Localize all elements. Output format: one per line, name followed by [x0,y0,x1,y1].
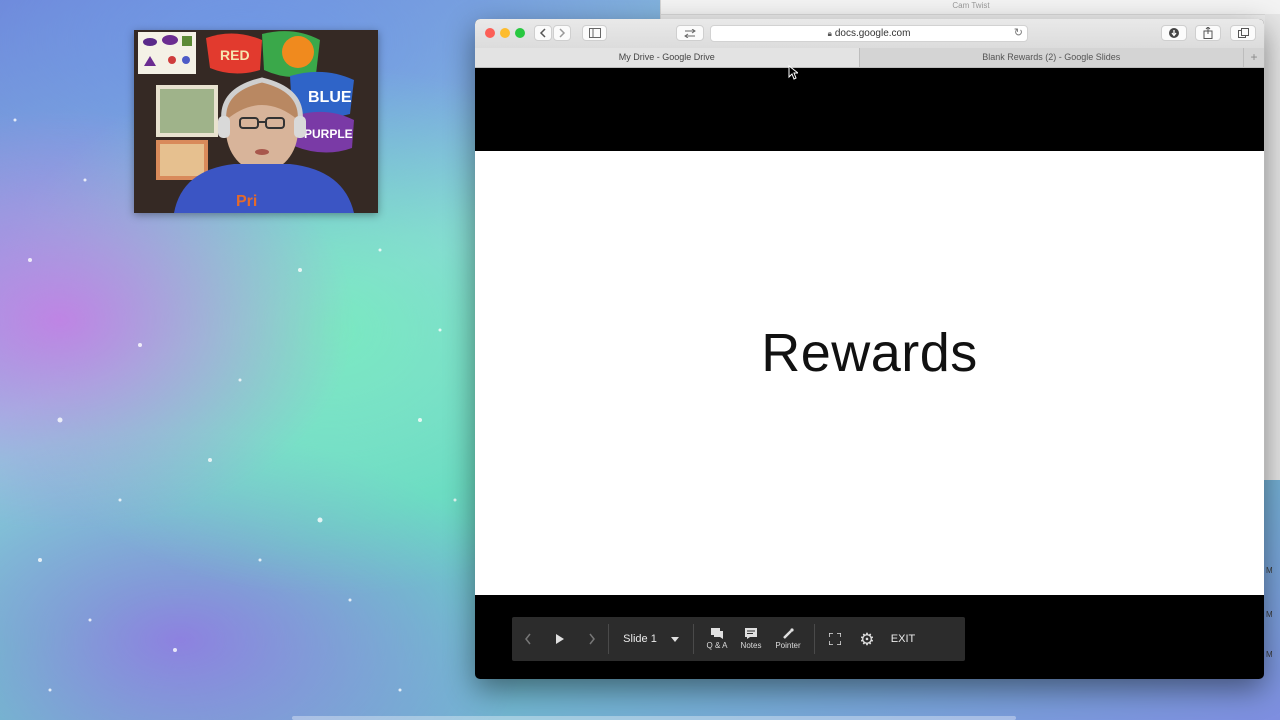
tab-my-drive[interactable]: My Drive - Google Drive [475,48,860,67]
svg-text:PURPLE: PURPLE [304,127,353,141]
caret-down-icon [670,636,679,642]
reader-icon [684,28,696,38]
address-bar[interactable]: 🔒︎ docs.google.com ↻ [710,25,1028,42]
exit-label: EXIT [890,633,916,645]
back-button[interactable] [534,25,552,41]
presenter-toolbar: Slide 1 Q & A Notes Pointer ⚙ EXIT [512,617,965,661]
lock-icon: 🔒︎ [827,28,832,38]
qa-button[interactable]: Q & A [700,628,734,650]
address-url: docs.google.com [834,28,911,39]
next-slide-button[interactable] [576,633,608,645]
downloads-button[interactable] [1161,25,1187,41]
back-icon [539,28,546,38]
forward-button[interactable] [553,25,571,41]
slide-selector-label: Slide 1 [623,633,657,645]
notes-icon [745,628,757,639]
fullscreen-button[interactable] [815,633,855,645]
qa-label: Q & A [706,641,728,650]
close-window-button[interactable] [485,28,495,38]
slide-title: Rewards [761,323,978,383]
previous-slide-button[interactable] [512,633,544,645]
zoom-window-button[interactable] [515,28,525,38]
laser-pointer-icon [783,628,794,639]
play-button[interactable] [544,633,576,645]
background-label: M [1266,610,1273,619]
tabs-overview-button[interactable] [1230,25,1256,41]
presentation-slide[interactable]: Rewards [475,151,1264,595]
safari-window[interactable]: 🔒︎ docs.google.com ↻ My Drive - Google D… [475,19,1264,679]
minimize-window-button[interactable] [500,28,510,38]
background-window-edge [1265,14,1280,480]
sidebar-icon [588,28,601,38]
notes-label: Notes [740,641,762,650]
mouse-cursor-icon [788,65,798,80]
webcam-image: RED BLUE PURPLE Pri [134,30,378,213]
qa-icon [711,628,723,639]
pointer-label: Pointer [775,641,801,650]
webcam-feed[interactable]: RED BLUE PURPLE Pri [134,30,378,213]
tab-bar: My Drive - Google Drive Blank Rewards (2… [475,48,1264,68]
tab-blank-rewards[interactable]: Blank Rewards (2) - Google Slides [860,48,1244,67]
browser-toolbar: 🔒︎ docs.google.com ↻ [475,19,1264,49]
share-icon [1203,27,1213,39]
pointer-button[interactable]: Pointer [768,628,808,650]
chevron-right-icon [589,633,595,645]
settings-button[interactable]: ⚙ [855,631,879,648]
tabs-overview-icon [1237,28,1249,38]
share-button[interactable] [1195,25,1221,41]
svg-text:Pri: Pri [236,193,257,210]
divider [693,624,694,654]
dock-edge [292,716,1016,720]
chevron-left-icon [525,633,531,645]
background-label: M [1266,566,1273,575]
forward-icon [559,28,566,38]
notes-button[interactable]: Notes [734,628,768,650]
fullscreen-icon [829,633,841,645]
plus-icon[interactable]: + [1244,48,1264,67]
svg-text:RED: RED [220,47,250,63]
reader-button[interactable] [676,25,704,41]
slide-selector[interactable]: Slide 1 [609,633,693,645]
gear-icon: ⚙ [859,629,875,649]
play-icon [556,634,564,644]
background-label: M [1266,650,1273,659]
background-window-title: Cam Twist [661,0,1280,15]
svg-text:BLUE: BLUE [308,89,352,106]
sidebar-button[interactable] [582,25,607,41]
reload-icon[interactable]: ↻ [1014,26,1023,39]
download-icon [1169,28,1179,38]
exit-button[interactable]: EXIT [879,633,927,645]
